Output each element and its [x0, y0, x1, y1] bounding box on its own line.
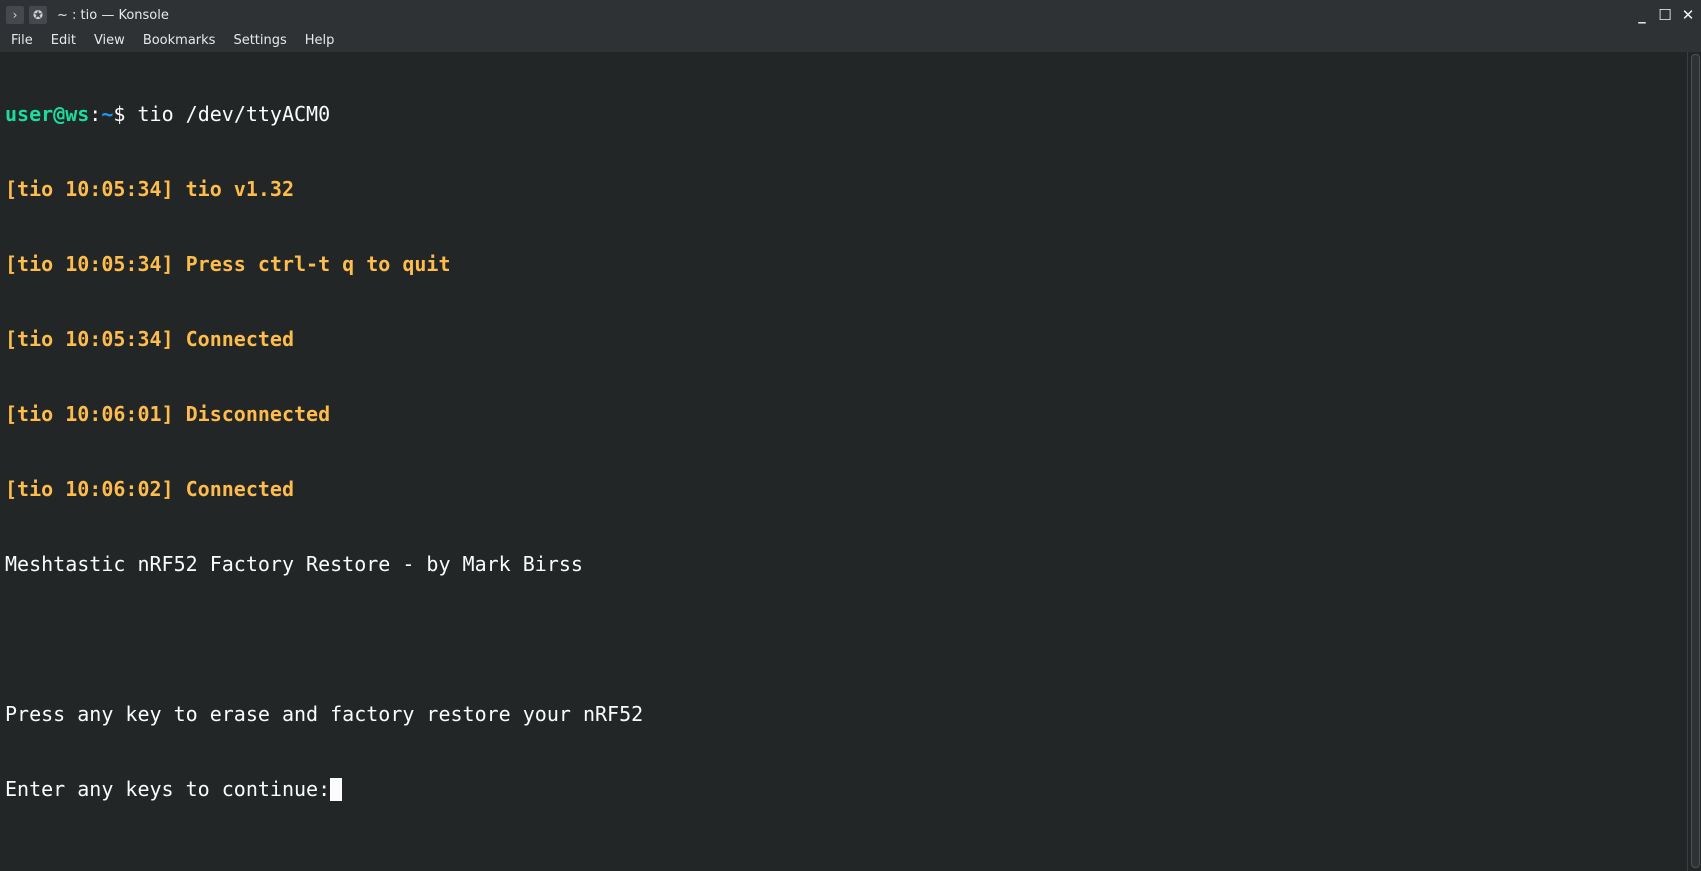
prompt-line: user@ws:~$ tio /dev/ttyACM0	[5, 102, 1686, 127]
menu-view[interactable]: View	[87, 33, 132, 48]
minimize-icon[interactable]: _	[1633, 6, 1651, 24]
window-title: ~ : tio — Konsole	[57, 7, 169, 23]
menu-bookmarks[interactable]: Bookmarks	[136, 33, 223, 48]
prompt-symbol: $	[113, 102, 138, 126]
text-cursor	[330, 778, 343, 801]
command-text: tio /dev/ttyACM0	[137, 102, 331, 126]
scrollbar-thumb[interactable]	[1691, 54, 1700, 868]
menu-edit[interactable]: Edit	[44, 33, 83, 48]
menu-bar: File Edit View Bookmarks Settings Help	[0, 29, 1701, 52]
tio-line: [tio 10:06:02] Connected	[5, 477, 294, 501]
tio-line: [tio 10:05:34] Press ctrl-t q to quit	[5, 252, 451, 276]
prompt-user: user@ws	[5, 102, 90, 126]
menu-file[interactable]: File	[4, 33, 40, 48]
close-icon[interactable]: ✕	[1679, 6, 1697, 24]
output-line: Press any key to erase and factory resto…	[5, 702, 644, 726]
menu-settings[interactable]: Settings	[226, 33, 293, 48]
output-line: Enter any keys to continue:	[5, 777, 331, 801]
terminal-icon[interactable]: ›	[6, 6, 24, 24]
pin-icon[interactable]: ✪	[29, 6, 47, 24]
prompt-path: ~	[101, 102, 114, 126]
menu-help[interactable]: Help	[298, 33, 342, 48]
tio-line: [tio 10:06:01] Disconnected	[5, 402, 331, 426]
vertical-scrollbar[interactable]	[1687, 52, 1701, 871]
konsole-window: › ✪ ~ : tio — Konsole _ ☐ ✕ File Edit Vi…	[0, 0, 1701, 871]
terminal-area[interactable]: user@ws:~$ tio /dev/ttyACM0 [tio 10:05:3…	[0, 52, 1686, 871]
prompt-separator: :	[89, 102, 102, 126]
input-prompt-line: Enter any keys to continue:	[5, 777, 1686, 802]
window-controls: _ ☐ ✕	[1628, 0, 1697, 30]
maximize-icon[interactable]: ☐	[1656, 6, 1674, 24]
tio-line: [tio 10:05:34] Connected	[5, 327, 294, 351]
title-bar[interactable]: › ✪ ~ : tio — Konsole _ ☐ ✕	[0, 0, 1701, 30]
output-line: Meshtastic nRF52 Factory Restore - by Ma…	[5, 552, 583, 576]
tio-line: [tio 10:05:34] tio v1.32	[5, 177, 294, 201]
